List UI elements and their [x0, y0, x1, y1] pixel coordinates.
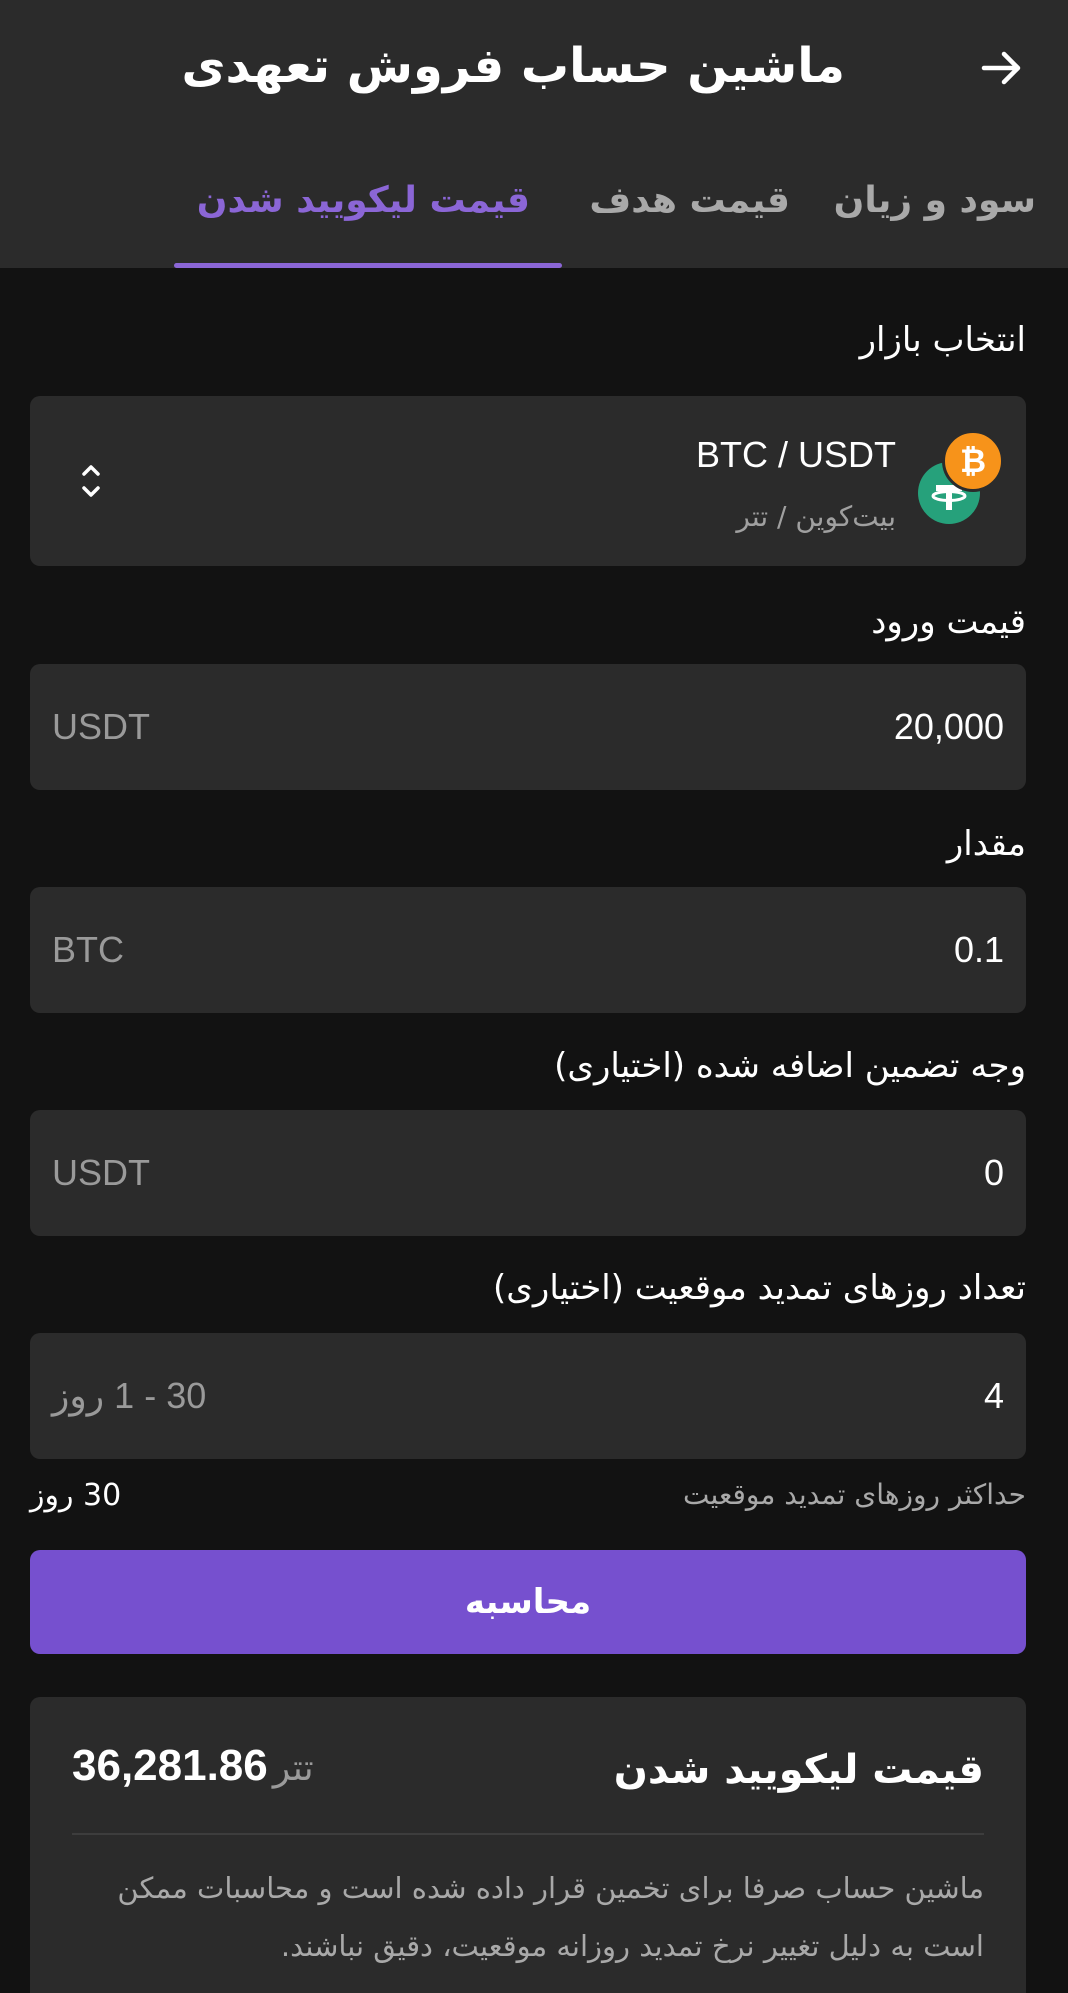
- entry-price-value: 20,000: [893, 706, 1004, 747]
- result-value: 36,281.86: [72, 1741, 268, 1790]
- active-tab-indicator: [174, 263, 562, 268]
- result-unit: تتر: [272, 1748, 314, 1789]
- page-title: ماشین حساب فروش تعهدی: [181, 38, 845, 94]
- collateral-field[interactable]: 0 USDT: [30, 1110, 1026, 1236]
- market-selector[interactable]: ₿ BTC / USDT بیت‌کوین / تتر: [30, 396, 1026, 566]
- market-pair: BTC / USDT: [695, 434, 896, 475]
- amount-field[interactable]: 0.1 BTC: [30, 887, 1026, 1013]
- back-button[interactable]: [972, 38, 1032, 98]
- tab-bar: سود و زیان قیمت هدف قیمت لیکویید شدن: [0, 150, 1068, 268]
- chevron-up-down-icon: [82, 465, 100, 497]
- max-extension-label: حداکثر روزهای تمدید موقعیت: [683, 1478, 1026, 1511]
- market-label: انتخاب بازار: [859, 320, 1026, 360]
- amount-unit: BTC: [52, 929, 124, 970]
- tab-profit-loss[interactable]: سود و زیان: [834, 180, 1036, 221]
- arrow-right-icon: [981, 51, 1021, 85]
- entry-price-label: قیمت ورود: [871, 602, 1026, 642]
- result-value-group: 36,281.86 تتر: [72, 1741, 324, 1791]
- max-extension-value: 30 روز: [30, 1478, 122, 1513]
- calculate-button[interactable]: محاسبه: [30, 1550, 1026, 1654]
- extension-days-field[interactable]: 4 30 - 1 روز: [30, 1333, 1026, 1459]
- collateral-unit: USDT: [52, 1152, 150, 1193]
- disclaimer-note: ماشین حساب صرفا برای تخمین قرار داده شده…: [117, 1871, 984, 1963]
- extension-days-placeholder: 30 - 1 روز: [52, 1375, 207, 1416]
- app-header: ماشین حساب فروش تعهدی سود و زیان قیمت هد…: [0, 0, 1068, 268]
- result-card: قیمت لیکویید شدن 36,281.86 تتر ماشین حسا…: [30, 1697, 1026, 1993]
- market-pair-persian: بیت‌کوین / تتر: [736, 500, 896, 533]
- result-label: قیمت لیکویید شدن: [613, 1747, 984, 1793]
- extension-days-value: 4: [983, 1375, 1004, 1416]
- divider: [72, 1833, 984, 1835]
- extension-days-label: تعداد روزهای تمدید موقعیت (اختیاری): [493, 1268, 1026, 1308]
- tab-target-price[interactable]: قیمت هدف: [589, 180, 790, 221]
- entry-price-unit: USDT: [52, 706, 150, 747]
- collateral-label: وجه تضمین اضافه شده (اختیاری): [554, 1046, 1026, 1086]
- entry-price-field[interactable]: 20,000 USDT: [30, 664, 1026, 790]
- amount-label: مقدار: [946, 824, 1026, 864]
- tab-liquidation-price[interactable]: قیمت لیکویید شدن: [197, 180, 530, 221]
- collateral-value: 0: [983, 1152, 1004, 1193]
- amount-value: 0.1: [953, 929, 1004, 970]
- bitcoin-icon: ₿: [942, 430, 1004, 492]
